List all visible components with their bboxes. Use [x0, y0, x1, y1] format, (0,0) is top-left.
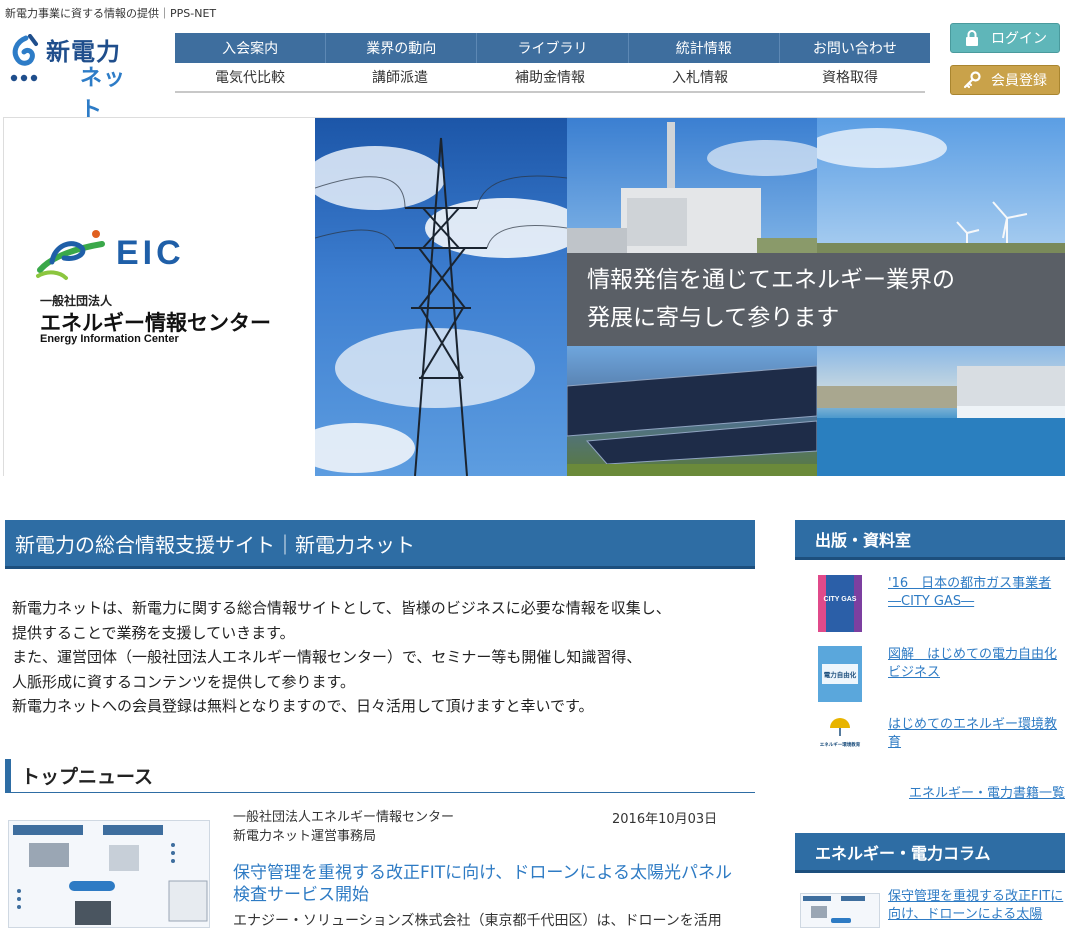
- nav-certification[interactable]: 資格取得: [775, 63, 925, 91]
- book-cover-energy-education[interactable]: エネルギー環境教育: [818, 714, 862, 754]
- register-button[interactable]: 会員登録: [950, 65, 1060, 95]
- publications-heading: 出版・資料室: [795, 520, 1065, 560]
- eic-brand-panel: EIC 一般社団法人 エネルギー情報センター Energy Informatio…: [3, 118, 315, 476]
- book-cover-text: エネルギー環境教育: [820, 741, 861, 748]
- hero-image-wind-farm: [817, 118, 1065, 253]
- column-thumbnail[interactable]: [800, 893, 880, 928]
- intro-line: 新電力ネットは、新電力に関する総合情報サイトとして、皆様のビジネスに必要な情報を…: [12, 599, 671, 617]
- hero-banner: EIC 一般社団法人 エネルギー情報センター Energy Informatio…: [3, 117, 1065, 476]
- intro-text: 新電力ネットは、新電力に関する総合情報サイトとして、皆様のビジネスに必要な情報を…: [12, 596, 752, 719]
- books-list-link[interactable]: エネルギー・電力書籍一覧: [909, 782, 1065, 801]
- eic-logo-icon: [36, 230, 105, 280]
- register-label: 会員登録: [991, 73, 1047, 89]
- logo-mark-icon: [10, 34, 38, 82]
- news-date: 2016年10月03日: [612, 812, 718, 827]
- key-icon: [963, 71, 981, 89]
- news-excerpt: エナジー・ソリューションズ株式会社（東京都千代田区）は、ドローンを活用: [233, 913, 722, 928]
- site-logo[interactable]: 新電力 ネット: [8, 32, 148, 123]
- nav-statistics[interactable]: 統計情報: [629, 33, 780, 63]
- hero-image-hydro-dam: [817, 346, 1065, 476]
- book-link-energy-education[interactable]: はじめてのエネルギー環境教育: [888, 716, 1064, 752]
- primary-nav: 入会案内 業界の動向 ライブラリ 統計情報 お問い合わせ: [175, 33, 930, 63]
- nav-contact[interactable]: お問い合わせ: [780, 33, 930, 63]
- site-tagline: 新電力事業に資する情報の提供｜PPS-NET: [5, 7, 217, 20]
- hero-slogan: 情報発信を通じてエネルギー業界の 発展に寄与して参ります: [587, 261, 1057, 337]
- hero-image-solar-panels: [567, 346, 817, 476]
- nav-library[interactable]: ライブラリ: [477, 33, 629, 63]
- slogan-line-1: 情報発信を通じてエネルギー業界の: [587, 267, 955, 293]
- intro-line: また、運営団体（一般社団法人エネルギー情報センター）で、セミナー等も開催し知識習…: [12, 648, 642, 666]
- news-source-org: 一般社団法人エネルギー情報センター: [233, 810, 455, 825]
- hero-image-power-tower: [315, 118, 567, 476]
- eic-org-name-en: Energy Information Center: [40, 333, 179, 345]
- slogan-line-2: 発展に寄与して参ります: [587, 305, 840, 331]
- intro-line: 新電力ネットへの会員登録は無料となりますので、日々活用して頂けますと幸いです。: [12, 697, 594, 715]
- column-article-link[interactable]: 保守管理を重視する改正FITに向け、ドローンによる太陽: [888, 888, 1064, 924]
- nav-bid-info[interactable]: 入札情報: [625, 63, 775, 91]
- intro-line: 提供することで業務を支援していきます。: [12, 623, 295, 642]
- book-cover-city-gas[interactable]: CITY GAS: [818, 575, 862, 632]
- book-link-city-gas[interactable]: '16 日本の都市ガス事業者―CITY GAS―: [888, 575, 1064, 611]
- nav-industry-trends[interactable]: 業界の動向: [326, 33, 478, 63]
- energy-column-heading: エネルギー・電力コラム: [795, 833, 1065, 873]
- nav-lecturer-dispatch[interactable]: 講師派遣: [325, 63, 475, 91]
- logo-text-secondary: ネット: [80, 66, 127, 123]
- lock-icon: [966, 30, 978, 46]
- intro-heading: 新電力の総合情報支援サイト｜新電力ネット: [5, 520, 755, 569]
- login-button[interactable]: ログイン: [950, 23, 1060, 53]
- hero-image-power-plant: [567, 118, 817, 253]
- news-title-link[interactable]: 保守管理を重視する改正FITに向け、ドローンによる太陽光パネル検査サービス開始: [233, 862, 743, 906]
- secondary-nav: 電気代比較 講師派遣 補助金情報 入札情報 資格取得: [175, 63, 925, 93]
- nav-membership[interactable]: 入会案内: [175, 33, 327, 63]
- book-cover-text: CITY GAS: [824, 596, 857, 603]
- book-cover-text: 電力自由化: [824, 670, 857, 679]
- login-label: ログイン: [991, 31, 1047, 47]
- book-cover-power-liberalization[interactable]: 電力自由化: [818, 646, 862, 702]
- book-link-power-liberalization[interactable]: 図解 はじめての電力自由化ビジネス: [888, 646, 1064, 682]
- news-source: 一般社団法人エネルギー情報センター 新電力ネット運営事務局: [233, 808, 454, 846]
- nav-rate-comparison[interactable]: 電気代比較: [175, 63, 325, 91]
- top-news-heading: トップニュース: [5, 759, 755, 793]
- nav-subsidy-info[interactable]: 補助金情報: [475, 63, 625, 91]
- intro-line: 人脈形成に資するコンテンツを提供して参ります。: [12, 672, 356, 691]
- eic-logo-text: EIC: [116, 234, 185, 272]
- news-thumbnail[interactable]: [8, 820, 210, 928]
- news-source-office: 新電力ネット運営事務局: [233, 829, 377, 844]
